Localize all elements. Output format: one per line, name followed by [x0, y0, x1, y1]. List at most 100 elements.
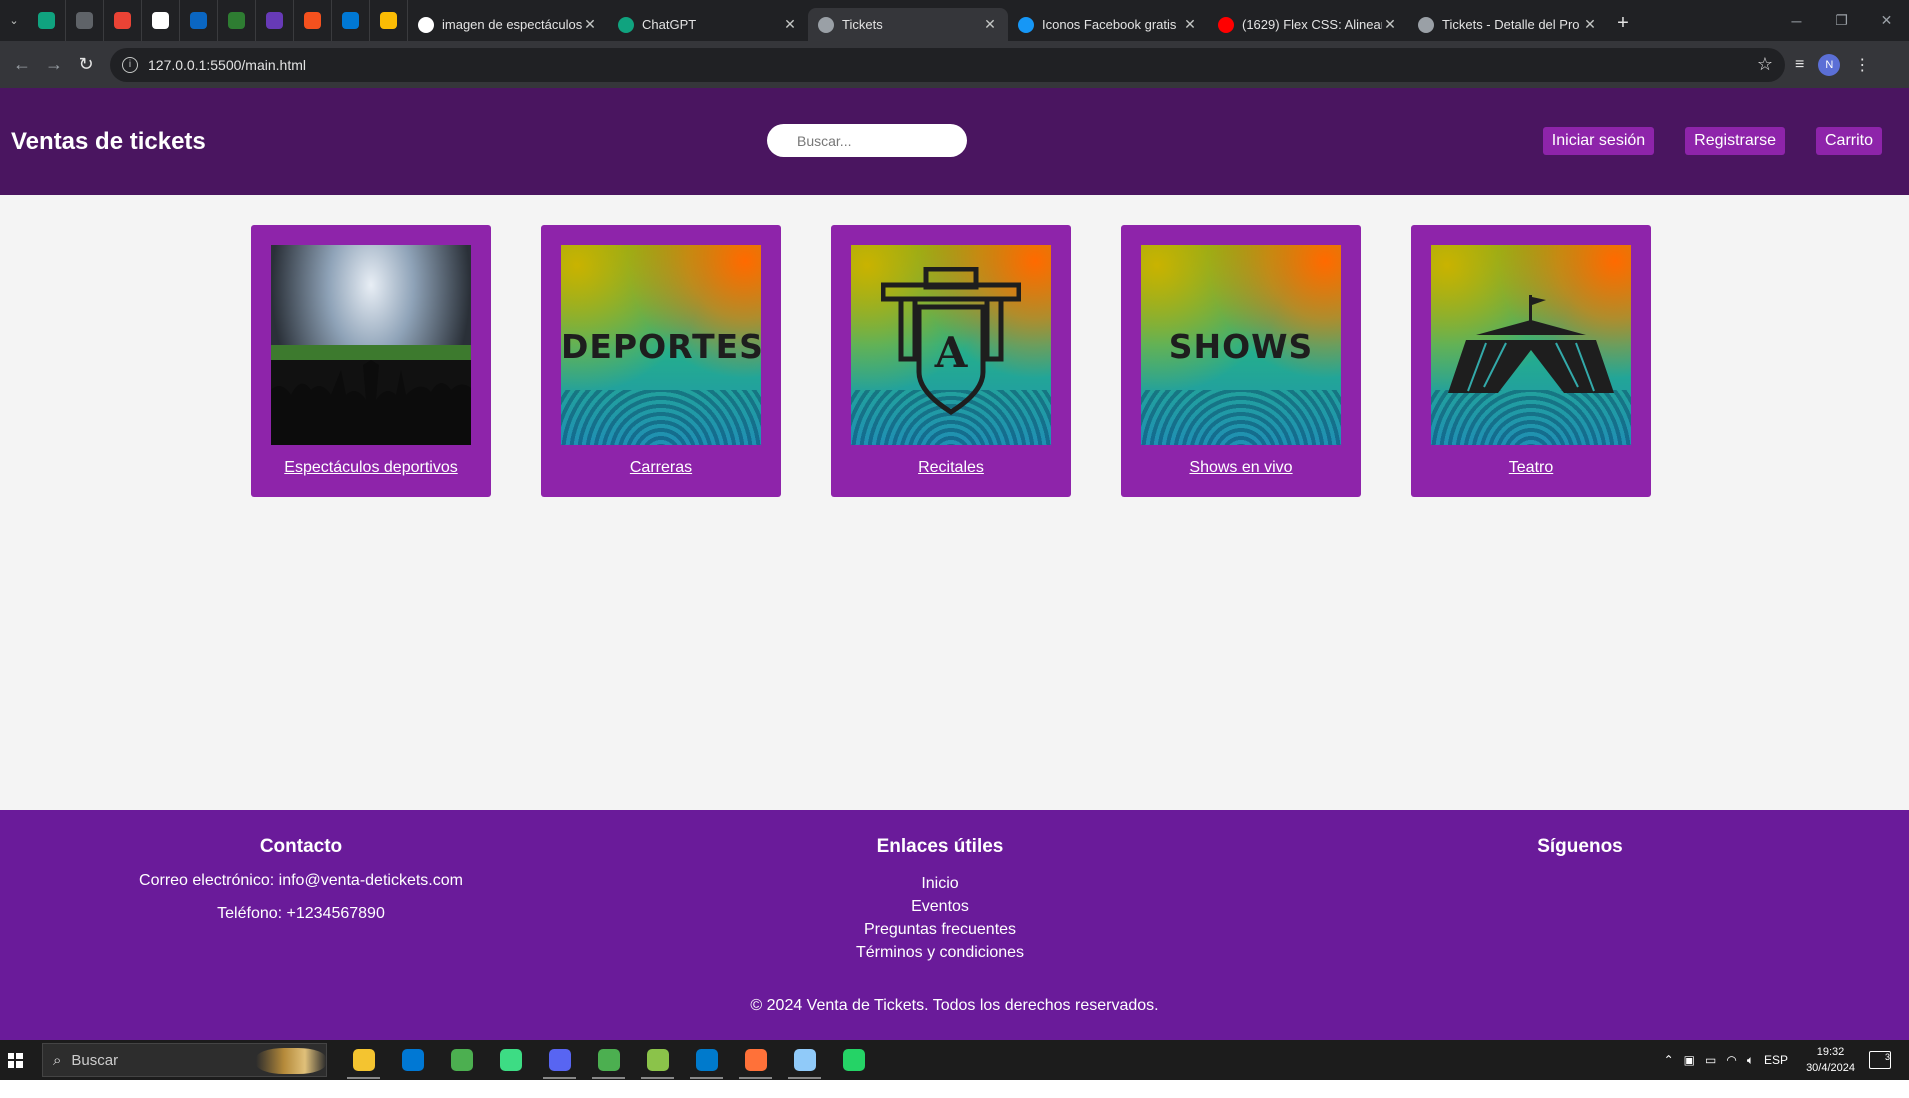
stadium-crowd-image[interactable] — [271, 245, 471, 445]
screen-bottom-edge — [0, 1080, 1909, 1098]
drive-icon — [380, 12, 397, 29]
notepad-icon — [793, 1049, 816, 1071]
url-text[interactable]: 127.0.0.1:5500/main.html — [148, 57, 1757, 73]
wifi-icon[interactable]: ◠ — [1726, 1053, 1736, 1067]
pinned-tab[interactable] — [28, 0, 66, 41]
tab-title: Iconos Facebook gratis — [1042, 17, 1177, 32]
pinned-tab[interactable] — [66, 0, 104, 41]
browser-menu-icon[interactable]: ⋮ — [1854, 55, 1870, 75]
clock[interactable]: 19:32 30/4/2024 — [1806, 1044, 1855, 1076]
show-hidden-icons-icon[interactable]: ⌃ — [1664, 1053, 1674, 1067]
tab-search-icon[interactable]: ⌄ — [0, 0, 28, 41]
chrome-icon — [450, 1049, 473, 1071]
footer-email: Correo electrónico: info@venta-detickets… — [139, 872, 463, 889]
close-tab-icon[interactable]: ✕ — [1182, 16, 1198, 33]
minimize-icon[interactable]: ─ — [1774, 0, 1819, 41]
taskbar-app[interactable] — [829, 1040, 878, 1080]
gmail-icon — [114, 12, 131, 29]
pinned-tab[interactable] — [294, 0, 332, 41]
reading-list-icon[interactable]: ≡ — [1795, 56, 1804, 74]
address-bar[interactable]: i 127.0.0.1:5500/main.html ☆ — [110, 47, 1785, 82]
taskbar-app[interactable] — [731, 1040, 780, 1080]
pinned-tab[interactable] — [104, 0, 142, 41]
footer-social: Síguenos — [1480, 836, 1680, 872]
browser-tab[interactable]: Iconos Facebook gratis ✕ — [1008, 8, 1208, 41]
reload-icon[interactable]: ↻ — [70, 49, 102, 81]
footer-link-terms[interactable]: Términos y condiciones — [790, 941, 1090, 964]
taskbar-app[interactable] — [388, 1040, 437, 1080]
crest-icon: A — [881, 267, 1021, 415]
bookmark-star-icon[interactable]: ☆ — [1757, 54, 1773, 75]
pinned-tab[interactable] — [332, 0, 370, 41]
search-input[interactable] — [767, 124, 967, 157]
taskbar-app[interactable] — [437, 1040, 486, 1080]
browser-tab[interactable]: Tickets ✕ — [808, 8, 1008, 41]
start-button[interactable] — [0, 1040, 30, 1080]
git-icon — [646, 1049, 669, 1071]
browser-tab[interactable]: (1629) Flex CSS: Alinear ✕ — [1208, 8, 1408, 41]
category-cards: Espectáculos deportivos DEPORTES Carrera… — [251, 225, 1651, 497]
card-link-theatre[interactable]: Teatro — [1509, 459, 1553, 477]
card-link-races[interactable]: Carreras — [630, 459, 692, 477]
circus-tent-image[interactable] — [1431, 245, 1631, 445]
close-tab-icon[interactable]: ✕ — [782, 16, 798, 33]
shows-image[interactable]: SHOWS — [1141, 245, 1341, 445]
footer-link-home[interactable]: Inicio — [790, 872, 1090, 895]
taskbar-search[interactable]: ⌕ Buscar — [42, 1043, 327, 1077]
taskbar-apps — [339, 1040, 878, 1080]
pinned-tab[interactable] — [142, 0, 180, 41]
language-indicator[interactable]: ESP — [1764, 1053, 1788, 1067]
svg-text:A: A — [934, 328, 969, 377]
linkedin-icon — [190, 12, 207, 29]
restore-icon[interactable]: ❐ — [1819, 0, 1864, 41]
taskbar-app[interactable] — [339, 1040, 388, 1080]
new-tab-button[interactable]: + — [1608, 12, 1638, 35]
tab-title: Tickets - Detalle del Pro — [1442, 17, 1580, 32]
volume-icon[interactable]: 🔈︎ — [1747, 1053, 1754, 1068]
taskbar-app[interactable] — [535, 1040, 584, 1080]
pinned-tab[interactable] — [370, 0, 408, 41]
browser-tab[interactable]: Tickets - Detalle del Pro ✕ — [1408, 8, 1608, 41]
chatgpt-icon — [618, 16, 634, 33]
cart-button[interactable]: Carrito — [1815, 127, 1882, 155]
footer-link-events[interactable]: Eventos — [790, 895, 1090, 918]
pinned-tab[interactable] — [256, 0, 294, 41]
close-window-icon[interactable]: ✕ — [1864, 0, 1909, 41]
register-button[interactable]: Registrarse — [1685, 127, 1785, 155]
footer-link-faq[interactable]: Preguntas frecuentes — [790, 918, 1090, 941]
browser-tab[interactable]: imagen de espectáculos ✕ — [408, 8, 608, 41]
pinned-tab[interactable] — [218, 0, 256, 41]
close-tab-icon[interactable]: ✕ — [1582, 16, 1598, 33]
login-button[interactable]: Iniciar sesión — [1542, 127, 1655, 155]
browser-toolbar: ← → ↻ i 127.0.0.1:5500/main.html ☆ ≡ N ⋮ — [0, 41, 1909, 88]
github-icon — [152, 12, 169, 29]
card-link-recitals[interactable]: Recitales — [918, 459, 984, 477]
back-icon[interactable]: ← — [6, 49, 38, 81]
meet-now-icon[interactable]: ▣ — [1684, 1053, 1695, 1067]
taskbar-app[interactable] — [633, 1040, 682, 1080]
close-tab-icon[interactable]: ✕ — [582, 16, 598, 33]
card-link-sports-shows[interactable]: Espectáculos deportivos — [284, 459, 457, 477]
battery-icon[interactable]: ▭ — [1705, 1053, 1716, 1067]
close-tab-icon[interactable]: ✕ — [1382, 16, 1398, 33]
taskbar-app[interactable] — [780, 1040, 829, 1080]
site-info-icon[interactable]: i — [122, 56, 138, 73]
card-link-live-shows[interactable]: Shows en vivo — [1189, 459, 1292, 477]
taskbar-app[interactable] — [584, 1040, 633, 1080]
notifications-icon[interactable]: 3 — [1869, 1051, 1891, 1069]
forms-icon — [266, 12, 283, 29]
windows-logo-icon — [7, 1052, 23, 1068]
close-tab-icon[interactable]: ✕ — [982, 16, 998, 33]
browser-tab[interactable]: ChatGPT ✕ — [608, 8, 808, 41]
category-card-live-shows: SHOWS Shows en vivo — [1121, 225, 1361, 497]
crest-image[interactable]: A — [851, 245, 1051, 445]
profile-avatar[interactable]: N — [1818, 53, 1841, 76]
pinned-tab[interactable] — [180, 0, 218, 41]
taskbar-app[interactable] — [682, 1040, 731, 1080]
deportes-image[interactable]: DEPORTES — [561, 245, 761, 445]
discord-icon — [548, 1049, 571, 1071]
footer-links-heading: Enlaces útiles — [876, 836, 1004, 857]
taskbar-app[interactable] — [486, 1040, 535, 1080]
forward-icon[interactable]: → — [38, 49, 70, 81]
open-tabs: imagen de espectáculos ✕ ChatGPT ✕ Tickets ✕ I… — [408, 0, 1608, 41]
